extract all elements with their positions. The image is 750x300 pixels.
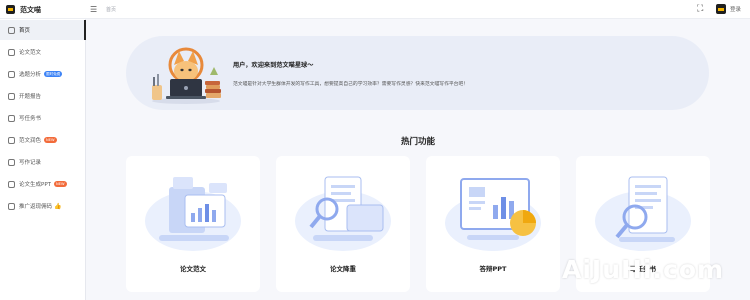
feature-card-label: 论文范文 — [180, 265, 206, 273]
section-title: 热门功能 — [400, 137, 435, 147]
document-magnifier-illustration — [595, 176, 691, 251]
history-icon — [8, 158, 15, 166]
sidebar-item-ppt[interactable]: 论文生成PPT NEW — [0, 174, 86, 194]
banner-description: 范文喵是针对大学生群体开发的写作工具，想要提高自己的学习效率？需要写作灵感？快来… — [233, 82, 469, 87]
sidebar-item-label: 首页 — [19, 28, 31, 34]
sidebar-item-label: 论文范文 — [19, 50, 42, 56]
sidebar-item-home[interactable]: 首页 — [0, 20, 86, 40]
feature-card-label: 答辩PPT — [479, 265, 507, 273]
sidebar-item-label: 选题分析 — [19, 72, 42, 78]
sidebar-item-task-book[interactable]: 写任务书 — [0, 108, 86, 128]
sidebar-item-topic-analysis[interactable]: 选题分析 限时免费 — [0, 64, 86, 84]
cat-logo-icon — [6, 5, 15, 14]
document-icon — [8, 48, 15, 56]
gift-icon — [8, 202, 15, 210]
presentation-chart-illustration — [445, 178, 541, 251]
home-icon — [8, 26, 15, 34]
sidebar-item-essay-samples[interactable]: 论文范文 — [0, 42, 86, 62]
sidebar-item-label: 开题报告 — [19, 94, 42, 100]
top-bar: 范文喵 ☰ 首页 ⛶ 登录 — [0, 0, 750, 19]
document-chart-illustration — [145, 177, 241, 251]
login-link[interactable]: 登录 — [730, 5, 741, 13]
ppt-icon — [8, 180, 15, 188]
breadcrumb[interactable]: 首页 — [106, 6, 116, 13]
feature-card-plagiarism-reduction[interactable]: 论文降重 — [276, 156, 410, 292]
cat-at-laptop-illustration — [152, 47, 221, 104]
brand-name: 范文喵 — [20, 5, 41, 14]
analysis-icon — [8, 70, 15, 78]
sidebar-item-label: 写任务书 — [19, 116, 42, 122]
task-icon — [8, 114, 15, 122]
document-search-illustration — [295, 176, 391, 251]
sidebar: 首页 论文范文 选题分析 限时免费 开题报告 写任务书 范文润色 NEW 写作记… — [0, 19, 86, 300]
brand[interactable]: 范文喵 — [6, 3, 41, 16]
free-badge: 限时免费 — [44, 71, 63, 77]
feature-card-defense-ppt[interactable]: 答辩PPT — [426, 156, 560, 292]
banner-title: 用户，欢迎来到范文喵星球～ — [233, 62, 314, 69]
feature-card-essay-samples[interactable]: 论文范文 — [126, 156, 260, 292]
new-badge: NEW — [54, 181, 67, 187]
user-menu[interactable]: 登录 — [716, 4, 741, 14]
sidebar-item-referral[interactable]: 推广返现佣码 👍 — [0, 196, 86, 216]
user-avatar-icon[interactable] — [716, 4, 726, 14]
watermark: AiJuHi.com — [562, 255, 725, 284]
menu-collapse-icon[interactable]: ☰ — [90, 5, 97, 14]
sidebar-item-history[interactable]: 写作记录 — [0, 152, 86, 172]
sidebar-item-label: 推广返现佣码 — [19, 204, 53, 210]
report-icon — [8, 92, 15, 100]
sidebar-item-label: 论文生成PPT — [19, 182, 51, 188]
sidebar-item-label: 写作记录 — [19, 160, 42, 166]
sidebar-item-proposal[interactable]: 开题报告 — [0, 86, 86, 106]
thumbs-up-icon: 👍 — [54, 202, 62, 210]
feature-card-label: 论文降重 — [330, 265, 356, 273]
fullscreen-icon[interactable]: ⛶ — [697, 4, 703, 14]
